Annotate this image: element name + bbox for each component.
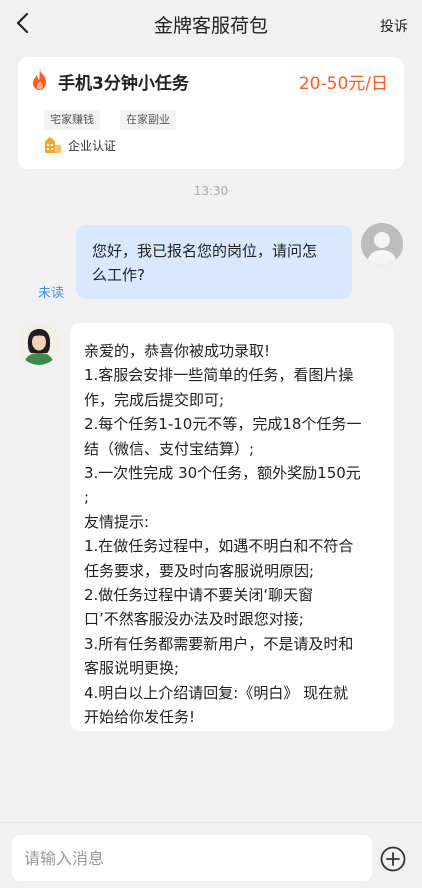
job-title: 手机3分钟小任务 <box>58 74 189 94</box>
report-button[interactable]: 投诉 <box>380 16 408 36</box>
message-line: ; <box>84 488 90 507</box>
incoming-message[interactable]: 亲爱的，恭喜你被成功录取! 1.客服会安排一些简单的任务，看图片操 作，完成后提… <box>70 323 394 731</box>
message-line: 3.一次性完成 30个任务，额外奖励150元 <box>84 464 361 483</box>
message-line: 2.每个任务1-10元不等，完成18个任务一 <box>84 415 362 434</box>
message-line: 3.所有任务都需要新用户，不是请及时和 <box>84 634 354 653</box>
message-line: 2.做任务过程中请不要关闭‘聊天窗 <box>84 586 314 605</box>
top-bar: 金牌客服荷包 投诉 <box>0 0 422 50</box>
agent-avatar[interactable] <box>18 323 60 365</box>
job-salary: 20-50元/日 <box>298 74 388 94</box>
message-line: 么工作? <box>92 266 145 284</box>
building-icon <box>45 137 61 153</box>
message-line: 作，完成后提交即可; <box>84 390 225 409</box>
message-line: 友情提示: <box>84 512 150 531</box>
plus-circle-icon[interactable] <box>380 846 406 872</box>
message-line: 任务要求，要及时向客服说明原因; <box>84 561 315 580</box>
certification-label: 企业认证 <box>68 139 117 153</box>
message-line: 1.客服会安排一些简单的任务，看图片操 <box>84 366 354 385</box>
message-line: 开始给你发任务! <box>84 708 196 727</box>
message-line: 4.明白以上介绍请回复:《明白》 现在就 <box>84 683 349 702</box>
job-tag: 宅家赚钱 <box>44 110 100 130</box>
fire-icon <box>33 70 46 90</box>
page-title: 金牌客服荷包 <box>153 15 268 37</box>
message-line: 结（微信、支付宝结算）; <box>84 439 255 458</box>
default-avatar-icon <box>361 223 403 265</box>
message-line: 1.在做任务过程中，如遇不明白和不符合 <box>84 537 354 556</box>
message-line: 亲爱的，恭喜你被成功录取! <box>84 342 271 360</box>
job-card[interactable]: 手机3分钟小任务 20-50元/日 宅家赚钱 在家副业 企业认证 <box>18 57 404 169</box>
message-input[interactable] <box>24 835 360 881</box>
outgoing-message[interactable]: 您好，我已报名您的岗位，请问怎 么工作? <box>76 225 352 299</box>
message-line: 您好，我已报名您的岗位，请问怎 <box>92 242 318 260</box>
unread-status: 未读 <box>38 286 65 301</box>
message-input-box[interactable] <box>12 835 372 881</box>
message-line: 客服说明更换; <box>84 659 180 678</box>
job-tag: 在家副业 <box>120 110 176 130</box>
agent-portrait-icon <box>18 323 60 365</box>
message-line: 口’不然客服没办法及时跟您对接; <box>84 610 304 629</box>
composer-bar <box>0 822 422 888</box>
chat-timestamp: 13:30 <box>193 184 229 198</box>
user-avatar[interactable] <box>361 223 403 265</box>
